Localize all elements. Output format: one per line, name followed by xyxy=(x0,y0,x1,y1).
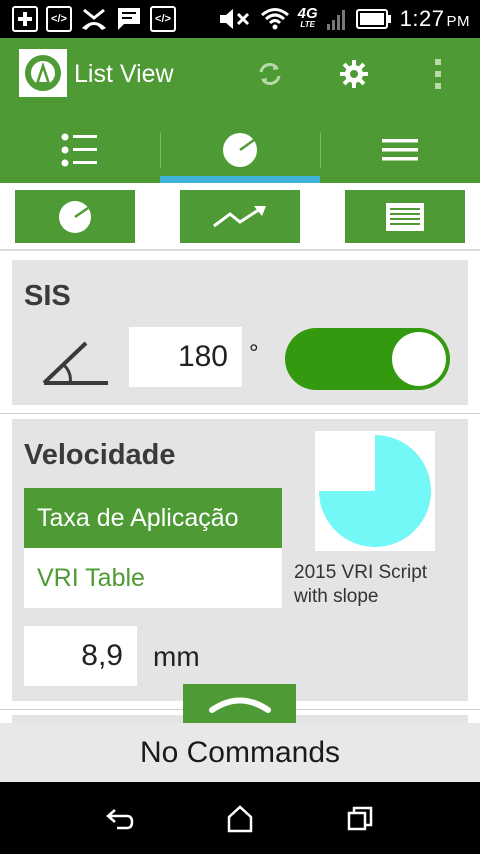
sis-title: SIS xyxy=(24,280,71,312)
trend-chart-button[interactable] xyxy=(180,190,300,243)
recents-button[interactable] xyxy=(343,802,377,836)
back-icon xyxy=(106,809,134,830)
toggle-knob xyxy=(392,332,446,386)
trend-icon xyxy=(213,205,266,227)
app-logo-icon xyxy=(19,49,67,97)
back-button[interactable] xyxy=(103,802,137,836)
notification-icons: </> </> xyxy=(12,6,176,32)
script-pie-chart xyxy=(315,431,435,551)
command-status: No Commands xyxy=(139,735,341,769)
network-type: 4G LTE xyxy=(297,5,318,29)
status-bar: </> </> 4G LTE 1:27 PM xyxy=(0,0,480,38)
pie-icon xyxy=(59,200,91,233)
tab-chart[interactable] xyxy=(160,116,320,183)
home-icon xyxy=(227,805,253,833)
angle-input[interactable]: 180 xyxy=(129,327,242,387)
overflow-menu-icon[interactable] xyxy=(420,56,456,92)
sis-toggle[interactable] xyxy=(285,328,450,390)
sub-toolbar xyxy=(0,183,480,251)
expand-commands-button[interactable] xyxy=(183,684,296,723)
plus-icon xyxy=(12,6,38,32)
angle-unit: ° xyxy=(249,340,259,367)
option-vri-table[interactable]: VRI Table xyxy=(24,548,282,608)
tab-bar xyxy=(0,116,480,183)
system-nav-bar xyxy=(0,782,480,854)
tab-list[interactable] xyxy=(0,116,160,183)
chevron-up-icon xyxy=(208,697,271,713)
code-icon: </> xyxy=(150,6,176,32)
velocity-unit: mm xyxy=(153,641,200,672)
sis-card: SIS 180 ° xyxy=(12,260,468,405)
table-button[interactable] xyxy=(345,190,465,243)
wifi-icon xyxy=(260,6,290,32)
velocidade-card: Velocidade Taxa de Aplicação VRI Table 2… xyxy=(12,419,468,701)
signal-icon xyxy=(326,8,348,30)
pie-chart-button[interactable] xyxy=(15,190,135,243)
panel-list[interactable]: SIS 180 ° Velocidade Taxa de Aplicação V… xyxy=(0,253,480,723)
gear-icon[interactable] xyxy=(336,56,372,92)
missed-call-icon xyxy=(80,6,108,32)
script-caption: 2015 VRI Script with slope xyxy=(294,562,428,607)
tab-menu[interactable] xyxy=(320,116,480,183)
app-bar: List View xyxy=(0,38,480,183)
page-title: List View xyxy=(74,60,174,88)
command-bar: No Commands xyxy=(0,723,480,782)
code-icon: </> xyxy=(46,6,72,32)
home-button[interactable] xyxy=(223,802,257,836)
table-icon xyxy=(386,202,424,231)
battery-icon xyxy=(355,9,392,29)
list-icon xyxy=(61,133,97,166)
mute-icon xyxy=(218,6,252,32)
pie-chart-svg xyxy=(319,435,431,547)
pie-icon xyxy=(223,132,257,167)
velocity-input[interactable]: 8,9 xyxy=(24,626,137,686)
refresh-icon[interactable] xyxy=(252,56,288,92)
pie-slice xyxy=(319,435,431,547)
option-taxa-de-aplicacao[interactable]: Taxa de Aplicação xyxy=(24,488,282,548)
divider xyxy=(0,413,480,414)
velocidade-title: Velocidade xyxy=(24,439,176,471)
angle-icon xyxy=(40,335,112,392)
message-icon xyxy=(116,6,142,32)
recents-icon xyxy=(347,806,373,831)
clock: 1:27 PM xyxy=(399,6,470,31)
menu-icon xyxy=(382,138,418,160)
